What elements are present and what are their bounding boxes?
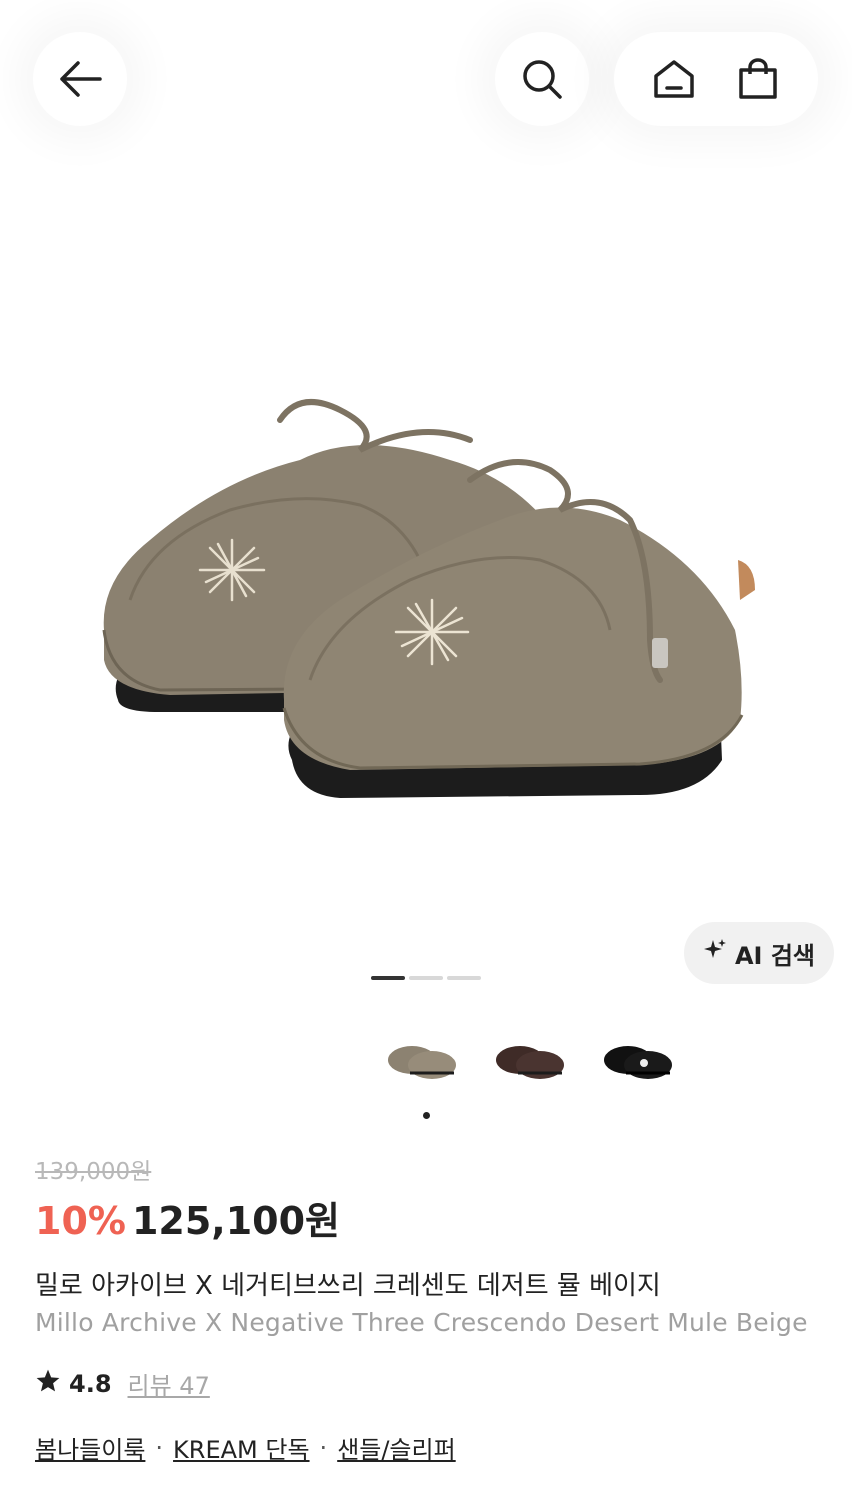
gallery-indicator[interactable]	[447, 976, 481, 980]
product-title-en: Millo Archive X Negative Three Crescendo…	[35, 1308, 808, 1337]
gallery-indicator[interactable]	[371, 976, 405, 980]
ai-search-button[interactable]: AI 검색	[684, 922, 834, 984]
search-icon	[512, 49, 572, 109]
selected-variant-dot	[423, 1112, 430, 1119]
tag-separator: ·	[155, 1433, 164, 1462]
discount-rate: 10%	[35, 1199, 126, 1243]
product-image[interactable]	[0, 160, 852, 960]
color-variant-list	[380, 1030, 680, 1094]
rating-value: 4.8	[69, 1369, 112, 1398]
star-icon	[35, 1368, 61, 1400]
home-icon[interactable]	[644, 49, 704, 109]
sparkle-icon	[703, 938, 727, 968]
review-link[interactable]: 리뷰 47	[128, 1366, 210, 1401]
variant-thumb-beige[interactable]	[380, 1030, 464, 1090]
rating-row: 4.8 리뷰 47	[35, 1366, 210, 1401]
top-bar	[0, 0, 852, 160]
header-actions	[614, 32, 818, 126]
gallery-indicator[interactable]	[409, 976, 443, 980]
tag-link[interactable]: KREAM 단독	[173, 1430, 310, 1465]
gallery-indicators	[371, 976, 481, 980]
variant-thumb-black[interactable]	[596, 1030, 680, 1090]
shopping-bag-icon[interactable]	[728, 49, 788, 109]
tag-link[interactable]: 봄나들이룩	[35, 1430, 145, 1465]
product-title-ko: 밀로 아카이브 X 네거티브쓰리 크레센도 데저트 뮬 베이지	[35, 1271, 661, 1301]
tag-link[interactable]: 샌들/슬리퍼	[337, 1430, 456, 1465]
tags-row: 봄나들이룩 · KREAM 단독 · 샌들/슬리퍼	[35, 1430, 456, 1465]
price-row: 10% 125,100원	[35, 1190, 340, 1245]
search-button[interactable]	[495, 32, 589, 126]
variant-thumb-brown[interactable]	[488, 1030, 572, 1090]
tag-separator: ·	[319, 1433, 328, 1462]
back-button[interactable]	[33, 32, 127, 126]
arrow-left-icon	[50, 49, 110, 109]
ai-search-label: AI 검색	[734, 941, 816, 970]
original-price: 139,000원	[35, 1159, 152, 1185]
sale-price: 125,100원	[131, 1199, 341, 1243]
